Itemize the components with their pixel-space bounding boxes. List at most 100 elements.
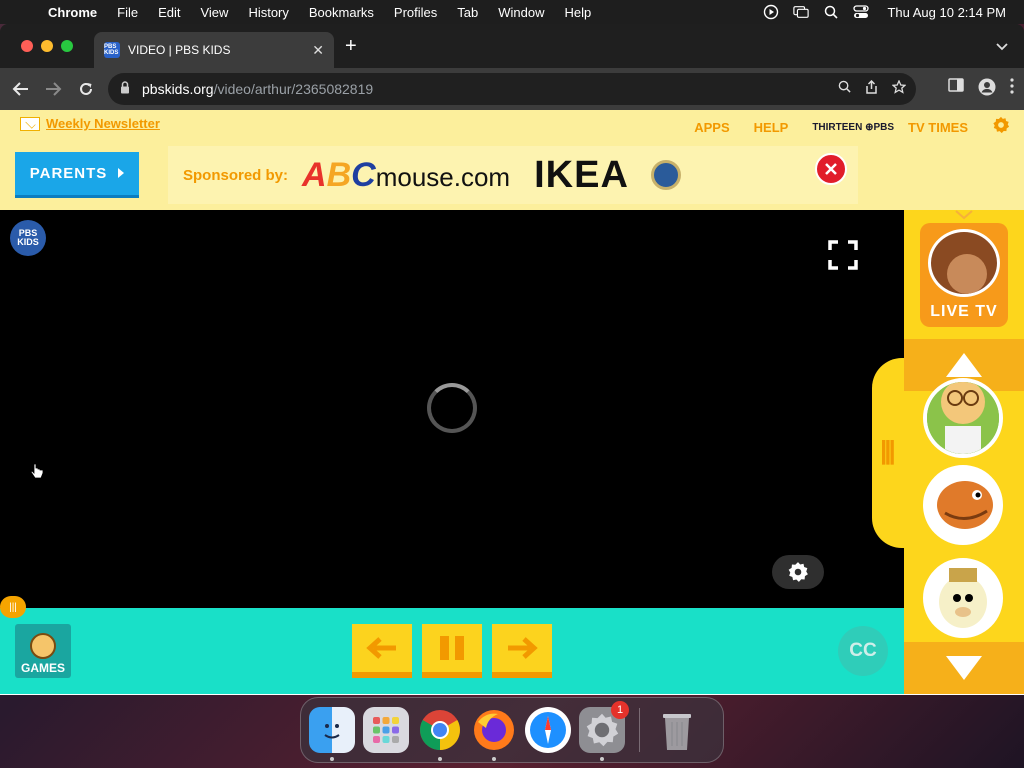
window-close-button[interactable] [21, 40, 33, 52]
pbs-kids-logo[interactable]: PBS KIDS [10, 220, 46, 256]
close-sponsor-icon[interactable] [815, 153, 847, 185]
profile-avatar-icon[interactable] [978, 78, 996, 99]
video-settings-gear-icon[interactable] [772, 555, 824, 589]
triangle-up-icon [946, 353, 982, 377]
hand-cursor-icon [30, 463, 44, 486]
launchpad-icon[interactable] [363, 707, 409, 753]
abcmouse-logo[interactable]: A B Cmouse.com [302, 156, 510, 195]
finder-icon[interactable] [309, 707, 355, 761]
newsletter-link-group[interactable]: Weekly Newsletter [20, 116, 160, 131]
menu-history[interactable]: History [248, 5, 288, 20]
lock-icon[interactable] [120, 81, 132, 97]
player-controls-bar: ||| GAMES CC [0, 596, 904, 694]
menu-bookmarks[interactable]: Bookmarks [309, 5, 374, 20]
window-zoom-button[interactable] [61, 40, 73, 52]
ikea-logo[interactable]: IKEA [534, 154, 629, 197]
zoom-search-icon[interactable] [838, 80, 851, 97]
dock-separator [639, 708, 640, 752]
address-bar[interactable]: pbskids.org/video/arthur/2365082819 [108, 73, 916, 105]
pause-button[interactable] [422, 624, 482, 678]
games-label: GAMES [20, 661, 65, 675]
url-path: /video/arthur/2365082819 [213, 81, 374, 97]
sponsor-bar: PARENTS Sponsored by: A B Cmouse.com IKEA [0, 138, 1024, 210]
back-arrow-icon[interactable] [10, 78, 32, 100]
menu-tab[interactable]: Tab [457, 5, 478, 20]
arrow-left-icon [366, 637, 396, 659]
games-button[interactable]: GAMES [15, 624, 71, 678]
parents-button[interactable]: PARENTS [15, 152, 139, 198]
caret-right-icon [117, 165, 125, 182]
chrome-menu-icon[interactable] [1010, 78, 1014, 99]
menu-file[interactable]: File [117, 5, 138, 20]
reload-icon[interactable] [75, 78, 97, 100]
live-tv-button[interactable]: LIVE TV [920, 223, 1008, 327]
forward-arrow-icon[interactable] [42, 78, 64, 100]
show-thumbnail-arthur[interactable] [923, 378, 1003, 458]
newsletter-link[interactable]: Weekly Newsletter [46, 116, 160, 131]
mac-dock: 1 [300, 697, 724, 763]
safari-icon[interactable] [525, 707, 571, 753]
envelope-icon [20, 116, 40, 131]
rail-grip-icon[interactable]: ||| [880, 435, 896, 466]
tab-strip: PBS KIDS VIDEO | PBS KIDS ✕ + [0, 24, 1024, 68]
drawer-handle-icon[interactable]: ||| [0, 596, 26, 618]
control-center-icon[interactable] [853, 5, 870, 19]
parents-label: PARENTS [29, 165, 108, 182]
triangle-down-icon [946, 656, 982, 680]
menubar-datetime[interactable]: Thu Aug 10 2:14 PM [887, 5, 1006, 20]
closed-captions-button[interactable]: CC [838, 626, 888, 676]
video-player[interactable]: PBS KIDS [0, 210, 904, 608]
menu-profiles[interactable]: Profiles [394, 5, 437, 20]
favicon-icon: PBS KIDS [104, 42, 120, 58]
trash-icon[interactable] [654, 707, 700, 753]
sponsor-panel: Sponsored by: A B Cmouse.com IKEA [168, 146, 858, 204]
arrow-right-icon [508, 637, 538, 659]
new-tab-button[interactable]: + [345, 36, 357, 56]
browser-window: PBS KIDS VIDEO | PBS KIDS ✕ + pbskids.or… [0, 24, 1024, 695]
play-status-icon[interactable] [763, 4, 779, 20]
rail-scroll-down-button[interactable] [904, 642, 1024, 694]
tv-times-link[interactable]: TV TIMES [908, 120, 968, 135]
share-icon[interactable] [865, 79, 878, 97]
spotlight-search-icon[interactable] [823, 5, 839, 19]
firefox-icon[interactable] [471, 707, 517, 761]
sponsored-by-label: Sponsored by: [183, 166, 289, 184]
tab-active[interactable]: PBS KIDS VIDEO | PBS KIDS ✕ [94, 32, 334, 68]
tab-title: VIDEO | PBS KIDS [128, 43, 231, 57]
browser-toolbar: pbskids.org/video/arthur/2365082819 [0, 68, 1024, 110]
gear-icon[interactable] [992, 116, 1010, 139]
side-panel-icon[interactable] [948, 78, 964, 99]
dept-education-seal [650, 160, 681, 190]
menu-help[interactable]: Help [565, 5, 592, 20]
next-button[interactable] [492, 624, 552, 678]
tab-close-icon[interactable]: ✕ [312, 42, 324, 59]
top-utility-strip: Weekly Newsletter APPS HELP THIRTEEN ⊕PB… [0, 110, 1024, 138]
mac-menubar: Chrome File Edit View History Bookmarks … [0, 0, 1024, 24]
fullscreen-icon[interactable] [828, 240, 858, 270]
show-thumbnail-character-3[interactable] [923, 558, 1003, 638]
rail-collapse-chevron-icon[interactable] [955, 207, 973, 223]
help-link[interactable]: HELP [754, 120, 789, 135]
station-logo[interactable]: THIRTEEN ⊕PBS [812, 122, 894, 133]
screen-mirroring-icon[interactable] [793, 5, 810, 19]
page-content: Weekly Newsletter APPS HELP THIRTEEN ⊕PB… [0, 110, 1024, 695]
menu-view[interactable]: View [200, 5, 228, 20]
menu-window[interactable]: Window [498, 5, 544, 20]
tab-search-chevron-icon[interactable] [996, 40, 1008, 54]
live-tv-character-icon [928, 229, 1000, 297]
settings-notification-badge: 1 [611, 701, 629, 719]
arthur-character-icon [30, 633, 56, 659]
apps-link[interactable]: APPS [694, 120, 729, 135]
pause-icon [440, 636, 464, 660]
chrome-icon[interactable] [417, 707, 463, 761]
url-host: pbskids.org [142, 81, 214, 97]
window-minimize-button[interactable] [41, 40, 53, 52]
menu-edit[interactable]: Edit [158, 5, 180, 20]
system-settings-icon[interactable]: 1 [579, 701, 629, 761]
previous-button[interactable] [352, 624, 412, 678]
menu-app-name[interactable]: Chrome [48, 5, 97, 20]
loading-spinner-icon [427, 383, 477, 433]
bookmark-star-icon[interactable] [891, 79, 907, 97]
live-tv-label: LIVE TV [930, 303, 998, 320]
show-thumbnail-dinosaur-train[interactable] [923, 465, 1003, 545]
